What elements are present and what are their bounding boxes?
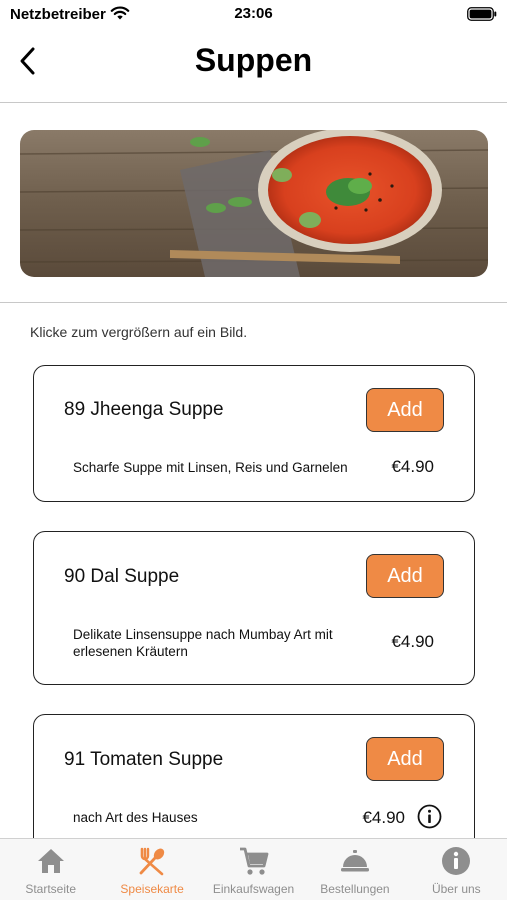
navigation-bar: Suppen [0,30,507,102]
status-bar: Netzbetreiber 23:06 [0,0,507,30]
tab-einkaufswagen[interactable]: Einkaufswagen [203,839,304,900]
home-icon [37,849,64,873]
item-name: 89 Jheenga Suppe [64,399,224,420]
tab-label: Bestellungen [320,882,390,896]
page-title: Suppen [194,42,313,78]
item-price: €4.90 [362,808,405,827]
tab-label: Speisekarte [120,882,184,896]
zoom-hint-text: Klicke zum vergrößern auf ein Bild. [30,324,248,340]
tab-bestellungen[interactable]: Bestellungen [304,839,405,900]
add-to-cart-button[interactable]: Add [366,554,444,598]
item-price: €4.90 [391,457,434,476]
tab-label: Einkaufswagen [212,882,295,896]
image-divider [0,302,507,303]
item-name: 90 Dal Suppe [64,566,180,587]
soup-hero-image[interactable] [20,130,488,277]
add-to-cart-button[interactable]: Add [366,737,444,781]
item-price: €4.90 [391,632,434,651]
tab-label: Über uns [431,882,481,896]
status-time: 23:06 [234,5,273,22]
tab-startseite[interactable]: Startseite [0,839,101,900]
item-description: nach Art des Hauses [73,810,198,825]
menu-item-card: 89 Jheenga Suppe Add Scharfe Suppe mit L… [33,365,475,502]
battery-icon [467,7,497,21]
tab-ueber-uns[interactable]: Über uns [406,839,507,900]
cloche-icon [340,850,369,872]
item-name: 91 Tomaten Suppe [64,749,224,770]
tab-label: Startseite [25,882,77,896]
fork-spoon-icon [139,847,165,876]
info-icon[interactable] [417,804,442,829]
tab-speisekarte[interactable]: Speisekarte [101,839,202,900]
cart-icon [239,847,268,875]
menu-item-card: 90 Dal Suppe Add Delikate Linsensuppe na… [33,531,475,685]
info-icon [442,847,471,875]
add-to-cart-button[interactable]: Add [366,388,444,432]
header-divider [0,102,507,103]
tab-bar: Startseite Speisekarte Einkaufswagen Bes… [0,838,507,900]
item-description: Delikate Linsensuppe nach Mumbay Art mit… [73,627,333,659]
item-description: Scharfe Suppe mit Linsen, Reis und Garne… [73,460,348,475]
